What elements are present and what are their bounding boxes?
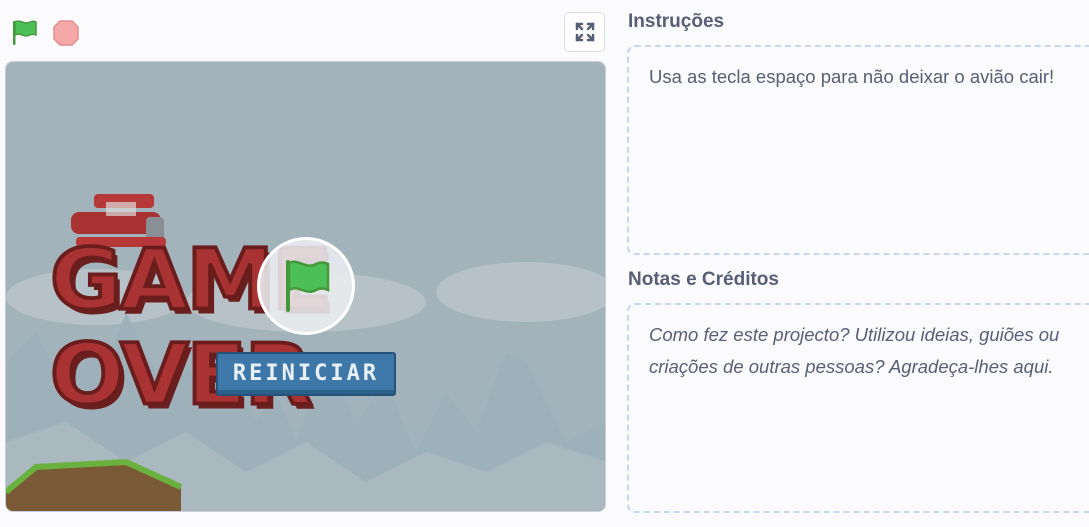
instructions-title: Instruções xyxy=(628,11,725,32)
instructions-textarea[interactable]: Usa as tecla espaço para não deixar o av… xyxy=(627,45,1089,255)
stop-sign-icon xyxy=(53,20,79,46)
notes-title: Notas e Créditos xyxy=(628,269,779,290)
instructions-text: Usa as tecla espaço para não deixar o av… xyxy=(649,66,1055,87)
fullscreen-button[interactable] xyxy=(564,12,605,52)
stage[interactable]: GAME OVER REINICIAR xyxy=(5,61,606,512)
green-flag-button[interactable] xyxy=(8,17,42,49)
notes-placeholder-line2: criações de outras pessoas? Agradeça-lhe… xyxy=(649,356,1054,377)
restart-button[interactable]: REINICIAR xyxy=(216,352,396,396)
notes-textarea[interactable]: Como fez este projecto? Utilizou ideias,… xyxy=(627,303,1089,513)
fullscreen-icon xyxy=(575,22,594,42)
play-overlay-button[interactable] xyxy=(257,237,355,335)
stop-button[interactable] xyxy=(50,17,82,49)
green-flag-icon xyxy=(13,20,37,45)
green-flag-icon xyxy=(286,260,330,312)
notes-placeholder-line1: Como fez este projecto? Utilizou ideias,… xyxy=(649,324,1060,345)
